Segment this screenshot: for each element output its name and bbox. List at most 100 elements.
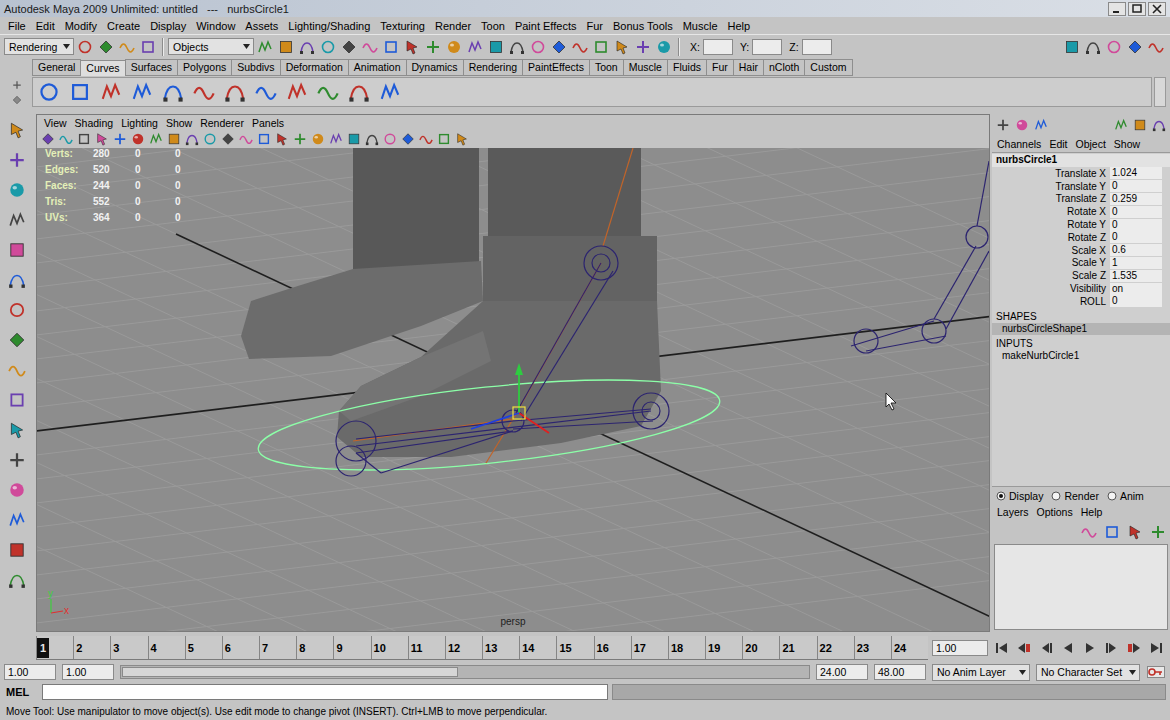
tool-button[interactable] xyxy=(377,79,403,105)
frame-tick[interactable]: 8 xyxy=(296,636,333,659)
shelf-tab[interactable]: Subdivs xyxy=(231,59,280,76)
tool-button[interactable] xyxy=(5,328,29,352)
tool-button[interactable] xyxy=(117,37,137,57)
tool-button[interactable] xyxy=(75,37,95,57)
channel-value[interactable]: 0 xyxy=(1110,206,1162,218)
frame-tick[interactable]: 19 xyxy=(705,636,742,659)
shelf-tab[interactable]: Fur xyxy=(706,59,734,76)
tool-button[interactable] xyxy=(507,37,527,57)
node-name[interactable]: nurbsCircle1 xyxy=(992,154,1170,167)
tool-button[interactable] xyxy=(318,37,338,57)
range-track[interactable] xyxy=(120,665,810,679)
range-handle[interactable] xyxy=(122,667,458,677)
tool-button[interactable] xyxy=(345,130,363,148)
menu-item[interactable]: Assets xyxy=(240,20,283,32)
tool-button[interactable] xyxy=(222,79,248,105)
frame-tick[interactable]: 18 xyxy=(668,636,705,659)
tool-button[interactable] xyxy=(1148,522,1168,542)
shape-node[interactable]: nurbsCircleShape1 xyxy=(992,323,1170,335)
tool-button[interactable] xyxy=(219,130,237,148)
shelf-scrollbar[interactable] xyxy=(1154,77,1166,107)
tool-button[interactable] xyxy=(5,298,29,322)
shelf-tab[interactable]: General xyxy=(32,59,81,76)
playback-button[interactable] xyxy=(1102,638,1122,658)
tool-button[interactable] xyxy=(138,37,158,57)
channel-row[interactable]: Translate Y0 xyxy=(992,180,1170,193)
maximize-button[interactable] xyxy=(1128,2,1146,16)
playback-button[interactable] xyxy=(1124,638,1144,658)
tool-button[interactable] xyxy=(1013,116,1031,134)
tool-button[interactable] xyxy=(528,37,548,57)
channel-row[interactable]: Rotate X0 xyxy=(992,205,1170,218)
shelf-tab[interactable]: Deformation xyxy=(280,59,349,76)
tool-button[interactable] xyxy=(160,79,186,105)
channel-row[interactable]: ROLL0 xyxy=(992,295,1170,308)
shelf-tab[interactable]: Hair xyxy=(733,59,764,76)
shelf-tab[interactable]: Animation xyxy=(348,59,407,76)
menu-item[interactable]: Create xyxy=(102,20,145,32)
tool-button[interactable] xyxy=(327,130,345,148)
channel-value[interactable]: 0 xyxy=(1110,231,1162,243)
menu-item[interactable]: File xyxy=(3,20,31,32)
channel-menu-item[interactable]: Show xyxy=(1110,138,1144,150)
tool-button[interactable] xyxy=(273,130,291,148)
viewport[interactable]: Verts:28000Edges:52000Faces:24400Tris:55… xyxy=(37,148,989,631)
layer-menu-item[interactable]: Options xyxy=(1033,506,1077,518)
frame-tick[interactable]: 7 xyxy=(259,636,296,659)
menu-item[interactable]: Help xyxy=(723,20,756,32)
shelf-tab[interactable]: Custom xyxy=(804,59,852,76)
panel-menu-item[interactable]: Renderer xyxy=(196,117,248,129)
range-end-field[interactable]: 24.00 xyxy=(816,664,868,680)
channel-value[interactable]: on xyxy=(1110,283,1162,295)
frame-tick[interactable]: 13 xyxy=(482,636,519,659)
tool-button[interactable] xyxy=(381,37,401,57)
channel-row[interactable]: Translate Z0.259 xyxy=(992,193,1170,206)
channel-value[interactable]: 0.6 xyxy=(1110,244,1162,256)
channel-value[interactable]: 0 xyxy=(1110,295,1162,307)
menu-item[interactable]: Paint Effects xyxy=(510,20,582,32)
layer-mode-radio[interactable]: Display xyxy=(996,490,1043,502)
tool-button[interactable] xyxy=(129,130,147,148)
tool-button[interactable] xyxy=(255,130,273,148)
tool-button[interactable] xyxy=(1125,522,1145,542)
menu-item[interactable]: Toon xyxy=(476,20,510,32)
channel-menu-item[interactable]: Object xyxy=(1071,138,1109,150)
menu-item[interactable]: Texturing xyxy=(375,20,430,32)
channel-row[interactable]: Scale Z1.535 xyxy=(992,269,1170,282)
frame-tick[interactable]: 17 xyxy=(631,636,668,659)
frame-tick[interactable]: 1 xyxy=(36,636,73,659)
tool-button[interactable] xyxy=(1079,522,1099,542)
playback-button[interactable] xyxy=(1036,638,1056,658)
anim-layer-dropdown[interactable]: No Anim Layer xyxy=(932,664,1030,681)
tool-button[interactable] xyxy=(1146,37,1166,57)
panel-menu-item[interactable]: Shading xyxy=(71,117,118,129)
tool-button[interactable] xyxy=(402,37,422,57)
frame-tick[interactable]: 23 xyxy=(854,636,891,659)
tool-button[interactable] xyxy=(10,78,24,92)
shelf-tab[interactable]: Rendering xyxy=(463,59,523,76)
menu-item[interactable]: Bonus Tools xyxy=(608,20,678,32)
current-time-field[interactable]: 1.00 xyxy=(932,640,988,656)
tool-button[interactable] xyxy=(10,93,24,107)
channel-value[interactable]: 0 xyxy=(1110,219,1162,231)
menu-item[interactable]: Display xyxy=(145,20,191,32)
playback-button[interactable] xyxy=(992,638,1012,658)
playback-button[interactable] xyxy=(1014,638,1034,658)
frame-tick[interactable]: 5 xyxy=(185,636,222,659)
command-input[interactable] xyxy=(42,684,608,700)
range-start-field[interactable]: 1.00 xyxy=(62,664,114,680)
frame-tick[interactable]: 14 xyxy=(519,636,556,659)
tool-button[interactable] xyxy=(444,37,464,57)
tool-button[interactable] xyxy=(201,130,219,148)
tool-button[interactable] xyxy=(1125,37,1145,57)
panel-menu-item[interactable]: Lighting xyxy=(117,117,162,129)
channel-row[interactable]: Scale X0.6 xyxy=(992,244,1170,257)
tool-button[interactable] xyxy=(453,130,471,148)
shelf-tab[interactable]: nCloth xyxy=(763,59,805,76)
tool-button[interactable] xyxy=(5,508,29,532)
tool-button[interactable] xyxy=(994,116,1012,134)
tool-button[interactable] xyxy=(129,79,155,105)
tool-button[interactable] xyxy=(75,130,93,148)
coordinate-input[interactable] xyxy=(703,39,733,55)
shelf-tab[interactable]: Dynamics xyxy=(406,59,464,76)
